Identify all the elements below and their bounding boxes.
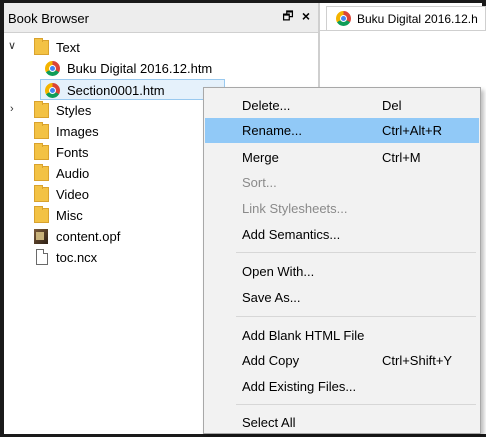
folder-icon: [34, 143, 49, 160]
menu-item-rename[interactable]: Rename... Ctrl+Alt+R: [205, 118, 479, 143]
close-icon[interactable]: ×: [299, 8, 313, 24]
menu-item-label: Merge: [242, 150, 279, 165]
folder-icon: [34, 164, 49, 181]
menu-item-label: Add Copy: [242, 353, 300, 368]
tree-item-label: Section0001.htm: [67, 83, 165, 98]
tree-item-buku-digital[interactable]: Buku Digital 2016.12.htm: [4, 58, 318, 79]
menu-item-label: Delete...: [242, 98, 291, 113]
folder-icon: [34, 122, 49, 139]
menu-item-label: Sort...: [242, 175, 277, 190]
tab-label: Buku Digital 2016.12.h: [357, 12, 478, 26]
menu-item-add-existing-files[interactable]: Add Existing Files...: [205, 374, 479, 399]
menu-item-shortcut: Ctrl+Alt+R: [382, 123, 442, 138]
menu-item-delete[interactable]: Delete... Del: [205, 93, 479, 118]
menu-item-label: Open With...: [242, 264, 315, 279]
file-icon: [36, 249, 48, 265]
menu-item-open-with[interactable]: Open With...: [205, 259, 479, 284]
menu-item-label: Add Blank HTML File: [242, 328, 365, 343]
menu-separator: [236, 252, 476, 253]
tree-item-label: toc.ncx: [56, 250, 98, 265]
menu-item-add-copy[interactable]: Add Copy Ctrl+Shift+Y: [205, 348, 479, 373]
tree-item-label: Buku Digital 2016.12.htm: [67, 61, 213, 76]
menu-item-label: Rename...: [242, 123, 302, 138]
folder-icon: [34, 38, 49, 55]
menu-item-label: Save As...: [242, 290, 301, 305]
menu-item-shortcut: Ctrl+Shift+Y: [382, 353, 453, 368]
tab-buku-digital[interactable]: Buku Digital 2016.12.h: [326, 6, 486, 30]
menu-item-shortcut: Ctrl+M: [382, 150, 421, 165]
menu-item-label: Add Existing Files...: [242, 379, 357, 394]
menu-item-label: Select All: [242, 415, 296, 430]
menu-item-sort[interactable]: Sort...: [205, 170, 479, 195]
chevron-down-icon[interactable]: ∨: [8, 40, 18, 52]
tab-bar-border: [320, 30, 486, 31]
menu-item-label: Link Stylesheets...: [242, 201, 348, 216]
menu-item-add-semantics[interactable]: Add Semantics...: [205, 222, 479, 247]
menu-item-save-as[interactable]: Save As...: [205, 285, 479, 310]
tree-item-label: Styles: [56, 103, 92, 118]
chevron-right-icon[interactable]: ›: [10, 103, 20, 115]
float-icon[interactable]: 🗗: [281, 9, 295, 23]
chrome-icon: [45, 83, 60, 98]
menu-item-label: Add Semantics...: [242, 227, 341, 242]
opf-file-icon: [34, 229, 48, 244]
tree-item-label: Misc: [56, 208, 83, 223]
menu-item-add-blank-html-file[interactable]: Add Blank HTML File: [205, 323, 479, 348]
tree-item-text[interactable]: ∨ Text: [4, 37, 318, 58]
tree-item-label: Fonts: [56, 145, 89, 160]
menu-item-merge[interactable]: Merge Ctrl+M: [205, 145, 479, 170]
tree-item-section0001[interactable]: Section0001.htm: [40, 79, 225, 100]
menu-item-shortcut: Del: [382, 98, 402, 113]
tree-item-label: Video: [56, 187, 90, 202]
chrome-icon: [45, 61, 60, 76]
folder-icon: [34, 206, 49, 223]
tree-item-label: Images: [56, 124, 99, 139]
tree-item-label: content.opf: [56, 229, 121, 244]
menu-separator: [236, 316, 476, 317]
context-menu: Delete... Del Rename... Ctrl+Alt+R Merge…: [203, 87, 481, 434]
panel-header: Book Browser 🗗 ×: [4, 3, 318, 33]
menu-separator: [236, 404, 476, 405]
folder-icon: [34, 185, 49, 202]
chrome-icon: [336, 11, 351, 26]
panel-title: Book Browser: [8, 11, 89, 26]
menu-item-link-stylesheets[interactable]: Link Stylesheets...: [205, 196, 479, 221]
tree-item-label: Audio: [56, 166, 90, 181]
menu-item-select-all[interactable]: Select All: [205, 410, 479, 435]
tree-item-label: Text: [56, 40, 80, 55]
folder-icon: [34, 101, 49, 118]
